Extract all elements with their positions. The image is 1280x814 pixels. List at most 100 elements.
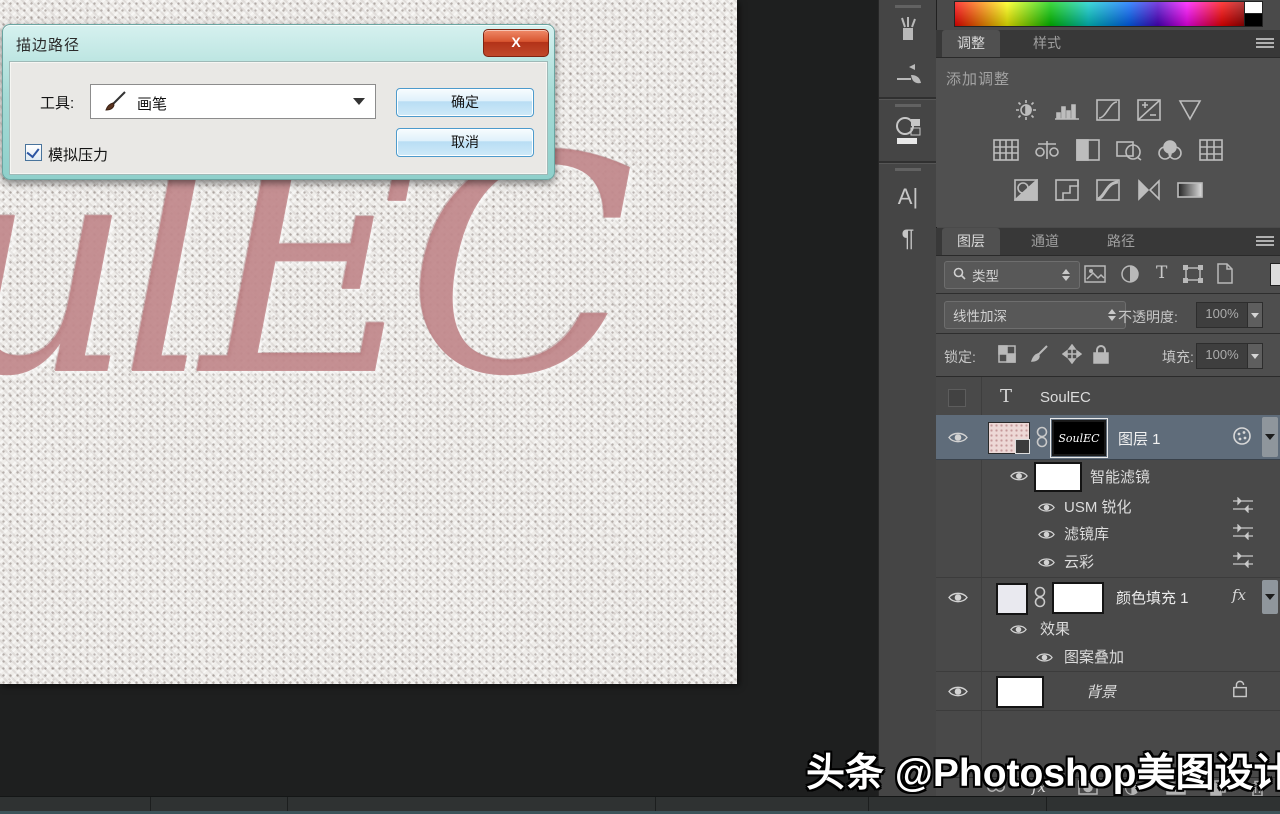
eye-icon[interactable]	[948, 431, 968, 449]
eye-icon[interactable]	[1038, 527, 1055, 545]
lock-pixels-icon[interactable]	[1030, 344, 1050, 369]
lock-all-icon[interactable]	[1092, 344, 1110, 369]
smart-filter-collapse-button[interactable]	[1262, 417, 1278, 457]
layer-row-clouds[interactable]: 云彩	[936, 546, 1280, 577]
filter-adjustment-layers-icon[interactable]	[1120, 264, 1140, 289]
eye-icon[interactable]	[948, 685, 968, 703]
layer-row-soulec[interactable]: T SoulEC	[936, 381, 1280, 416]
gradient-map-icon[interactable]	[1176, 178, 1204, 202]
filter-blending-icon[interactable]	[1232, 497, 1254, 518]
filter-smart-objects-icon[interactable]	[1216, 263, 1234, 289]
layer-mask-thumbnail[interactable]: SoulEC	[1052, 420, 1106, 456]
eye-icon[interactable]	[1010, 469, 1028, 487]
panel-menu-icon[interactable]	[1256, 236, 1274, 248]
character-panel-icon[interactable]: A|	[890, 180, 926, 214]
black-white-icon[interactable]	[1074, 138, 1102, 162]
cancel-button[interactable]: 取消	[396, 128, 534, 157]
layer-row-layer1[interactable]: SoulEC 图层 1	[936, 415, 1280, 460]
blend-mode-select[interactable]: 线性加深	[944, 301, 1126, 329]
smart-filter-mask-thumbnail[interactable]	[1034, 462, 1082, 492]
layer-name[interactable]: 图层 1	[1118, 428, 1161, 449]
exposure-icon[interactable]	[1135, 98, 1163, 122]
layer-name[interactable]: 图案叠加	[1064, 646, 1124, 667]
visibility-toggle-empty[interactable]	[948, 389, 966, 407]
layer-name[interactable]: 背景	[1086, 681, 1116, 702]
layer-row-effects[interactable]: 效果	[936, 615, 1280, 641]
layer-row-smart-filters[interactable]: 智能滤镜	[936, 459, 1280, 492]
posterize-icon[interactable]	[1053, 178, 1081, 202]
fill-value[interactable]: 100%	[1196, 343, 1248, 369]
eye-icon[interactable]	[948, 591, 968, 609]
fx-icon[interactable]: fx	[1232, 586, 1246, 604]
eye-icon[interactable]	[1038, 500, 1055, 518]
opacity-dropdown-icon[interactable]	[1248, 302, 1263, 328]
tab-layers[interactable]: 图层	[942, 228, 1000, 255]
eye-icon[interactable]	[1038, 555, 1055, 573]
panel-menu-icon[interactable]	[1256, 38, 1274, 50]
filter-type-layers-icon[interactable]: T	[1156, 263, 1167, 283]
color-lookup-icon[interactable]	[1197, 138, 1225, 162]
layer-thumbnail[interactable]	[988, 422, 1030, 454]
eye-icon[interactable]	[1010, 622, 1027, 640]
fill-swatch-thumbnail[interactable]	[996, 583, 1028, 615]
lock-transparent-icon[interactable]	[998, 345, 1016, 368]
layer-row-filter-gallery[interactable]: 滤镜库	[936, 519, 1280, 546]
layer-name[interactable]: 智能滤镜	[1090, 466, 1150, 487]
layer-row-color-fill[interactable]: 颜色填充 1 fx	[936, 577, 1280, 616]
filter-blending-icon[interactable]	[1232, 552, 1254, 573]
opacity-value[interactable]: 100%	[1196, 302, 1248, 328]
layer-name[interactable]: 颜色填充 1	[1116, 587, 1189, 608]
brush-panel-icon[interactable]	[890, 13, 926, 47]
lock-position-icon[interactable]	[1062, 344, 1082, 369]
layer-name[interactable]: SoulEC	[1040, 389, 1091, 406]
filter-pixel-layers-icon[interactable]	[1084, 265, 1106, 288]
layer-thumbnail[interactable]	[996, 676, 1044, 708]
levels-icon[interactable]	[1053, 98, 1081, 122]
filter-clipped-icon[interactable]	[1270, 263, 1280, 286]
close-button[interactable]: X	[483, 29, 549, 57]
filter-shape-layers-icon[interactable]	[1182, 264, 1204, 289]
mini-bridge-panel-icon[interactable]	[890, 114, 926, 148]
tab-styles[interactable]: 样式	[1018, 30, 1076, 57]
dock-group-grip[interactable]	[895, 5, 921, 8]
layer-name[interactable]: 云彩	[1064, 551, 1094, 572]
threshold-icon[interactable]	[1094, 178, 1122, 202]
layer-name[interactable]: 滤镜库	[1064, 523, 1109, 544]
black-swatch[interactable]	[1244, 13, 1263, 27]
dock-group-grip[interactable]	[895, 104, 921, 107]
tool-select[interactable]: 画笔	[90, 84, 376, 119]
simulate-pressure-checkbox[interactable]	[25, 144, 42, 161]
channel-mixer-icon[interactable]	[1156, 138, 1184, 162]
layer-row-background[interactable]: 背景	[936, 671, 1280, 711]
hue-saturation-icon[interactable]	[992, 138, 1020, 162]
brightness-contrast-icon[interactable]	[1012, 98, 1040, 122]
selective-color-icon[interactable]	[1135, 178, 1163, 202]
chevron-down-icon[interactable]	[353, 98, 365, 105]
curves-icon[interactable]	[1094, 98, 1122, 122]
layer-name[interactable]: USM 锐化	[1064, 496, 1132, 517]
filter-blending-icon[interactable]	[1232, 524, 1254, 545]
layer-row-usm[interactable]: USM 锐化	[936, 492, 1280, 519]
vibrance-icon[interactable]	[1176, 98, 1204, 122]
ok-button[interactable]: 确定	[396, 88, 534, 117]
invert-icon[interactable]	[1012, 178, 1040, 202]
layer-filter-kind-select[interactable]: 类型	[944, 261, 1080, 289]
effects-collapse-button[interactable]	[1262, 580, 1278, 614]
color-balance-icon[interactable]	[1033, 138, 1061, 162]
paragraph-panel-icon[interactable]: ¶	[890, 222, 926, 256]
color-spectrum-ramp[interactable]	[954, 1, 1246, 27]
layer-row-pattern-overlay[interactable]: 图案叠加	[936, 641, 1280, 671]
tab-channels[interactable]: 通道	[1016, 228, 1074, 255]
layer-mask-thumbnail[interactable]	[1052, 582, 1104, 614]
tab-paths[interactable]: 路径	[1092, 228, 1150, 255]
brush-presets-panel-icon[interactable]	[890, 56, 926, 90]
tab-adjustments[interactable]: 调整	[942, 30, 1000, 57]
fill-dropdown-icon[interactable]	[1248, 343, 1263, 369]
eye-icon[interactable]	[1036, 650, 1053, 668]
smart-filter-icon[interactable]	[1232, 426, 1252, 451]
layer-name[interactable]: 效果	[1040, 618, 1070, 639]
mask-link-icon[interactable]	[1034, 585, 1046, 614]
dock-group-grip[interactable]	[895, 168, 921, 171]
photo-filter-icon[interactable]	[1115, 138, 1143, 162]
mask-link-icon[interactable]	[1036, 425, 1048, 454]
